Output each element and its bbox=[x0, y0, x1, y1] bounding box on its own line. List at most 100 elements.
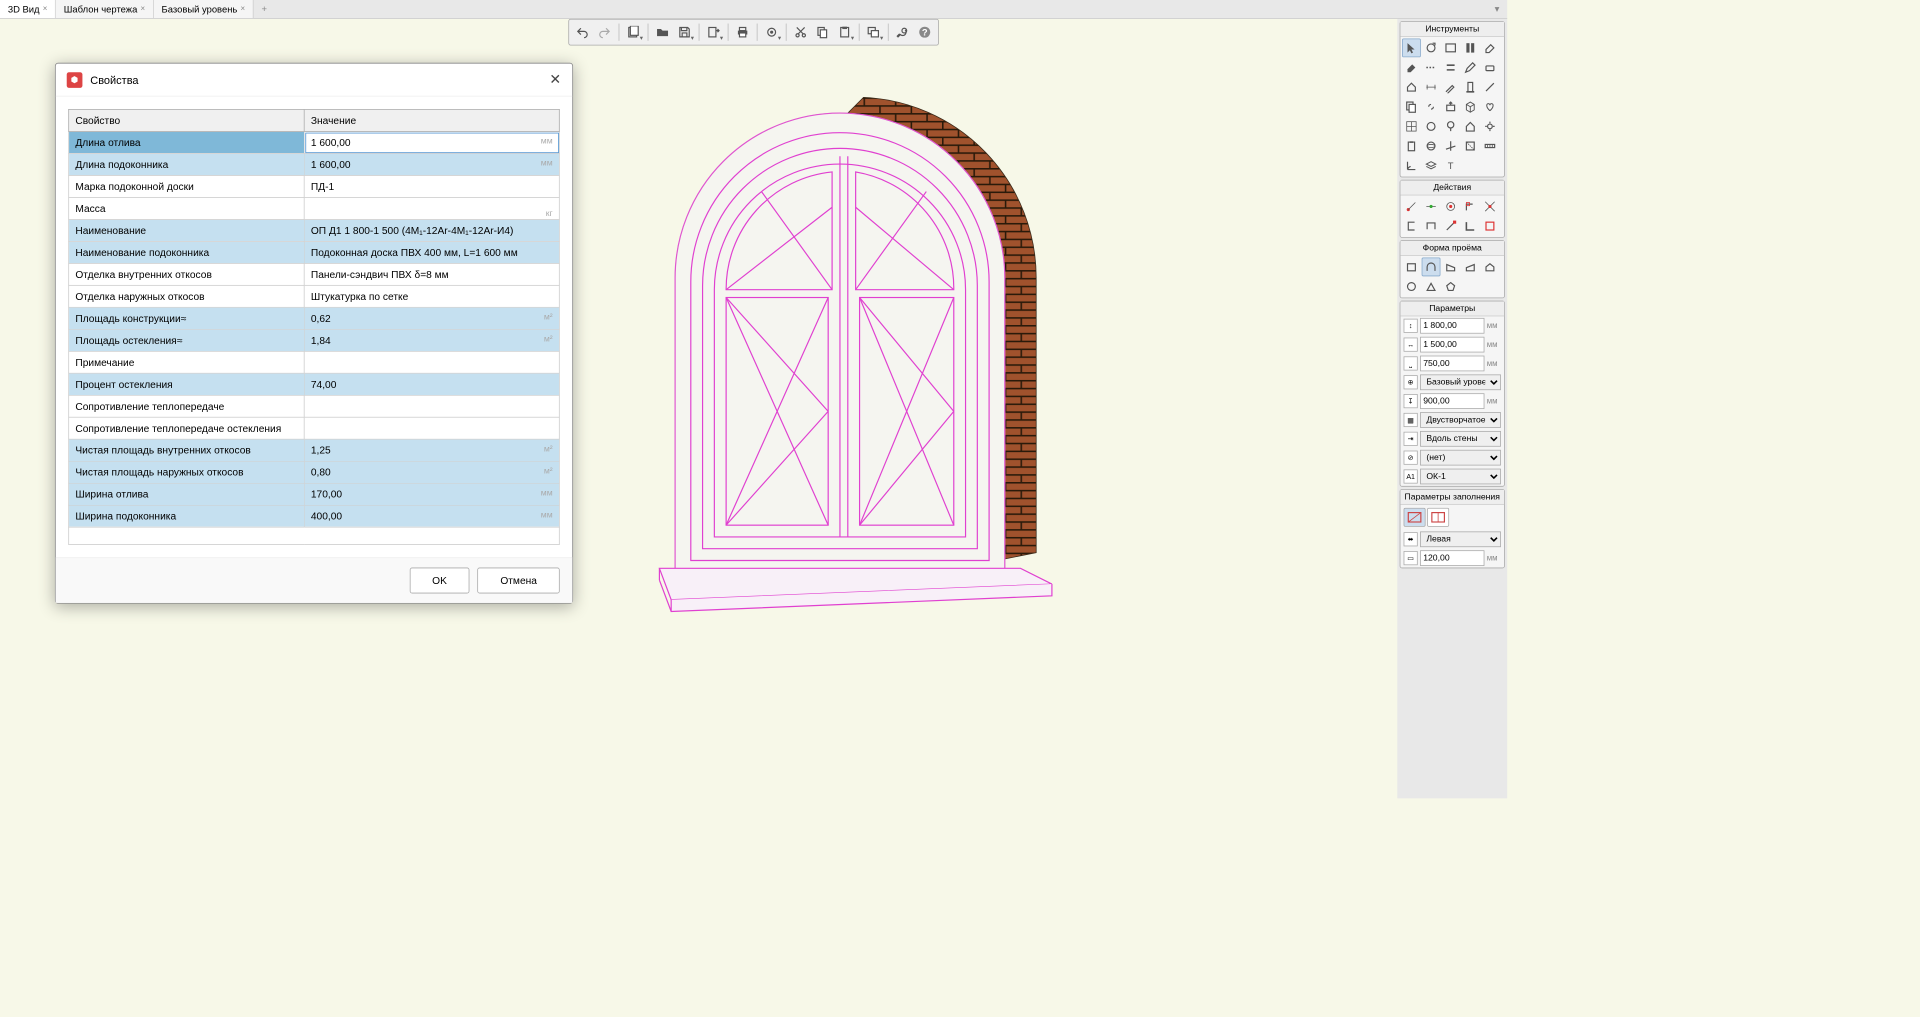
box-icon[interactable] bbox=[1461, 97, 1480, 116]
fill-type-1[interactable] bbox=[1404, 508, 1426, 527]
prop-value[interactable]: 1,84м² bbox=[304, 329, 559, 351]
eraser2-icon[interactable] bbox=[1402, 58, 1421, 77]
open-button[interactable] bbox=[652, 22, 672, 42]
prop-value[interactable]: 1 600,00мм bbox=[304, 131, 559, 153]
angle-icon[interactable] bbox=[1402, 156, 1421, 175]
shape-arch-icon[interactable] bbox=[1422, 257, 1441, 276]
prop-value[interactable]: 74,00 bbox=[304, 373, 559, 395]
pushpull-icon[interactable] bbox=[1441, 97, 1460, 116]
measure-icon[interactable] bbox=[1481, 137, 1500, 156]
fill-type-2[interactable] bbox=[1427, 508, 1449, 527]
copy-button[interactable] bbox=[812, 22, 832, 42]
property-row[interactable]: Чистая площадь внутренних откосов1,25м² bbox=[69, 439, 560, 461]
tab-3d[interactable]: 3D Вид× bbox=[0, 0, 56, 18]
property-row[interactable]: НаименованиеОП Д1 1 800-1 500 (4М₁-12Ar-… bbox=[69, 219, 560, 241]
prop-value[interactable]: Подоконная доска ПВХ 400 мм, L=1 600 мм bbox=[304, 241, 559, 263]
tab-menu[interactable]: ▾ bbox=[1487, 0, 1507, 18]
v120-input[interactable] bbox=[1420, 550, 1484, 566]
close-button[interactable]: ✕ bbox=[549, 71, 561, 87]
print-button[interactable] bbox=[732, 22, 752, 42]
prop-value[interactable]: 400,00мм bbox=[304, 505, 559, 527]
property-row[interactable]: Наименование подоконникаПодоконная доска… bbox=[69, 241, 560, 263]
tab-base[interactable]: Базовый уровень× bbox=[154, 0, 254, 18]
ext-diag-icon[interactable] bbox=[1441, 217, 1460, 236]
property-row[interactable]: Ширина подоконника400,00мм bbox=[69, 505, 560, 527]
snap-mid-icon[interactable] bbox=[1422, 197, 1441, 216]
ok-button[interactable]: OK bbox=[409, 568, 469, 594]
none-select[interactable]: (нет) bbox=[1420, 450, 1501, 466]
type-select[interactable]: Двустворчатое bbox=[1420, 412, 1501, 428]
eraser3-icon[interactable] bbox=[1481, 58, 1500, 77]
close-icon[interactable]: × bbox=[240, 5, 245, 14]
redo-button[interactable] bbox=[594, 22, 614, 42]
ext-up-icon[interactable] bbox=[1422, 217, 1441, 236]
knife-icon[interactable] bbox=[1441, 78, 1460, 97]
select-icon[interactable] bbox=[1402, 38, 1421, 57]
snap-all-icon[interactable] bbox=[1481, 217, 1500, 236]
prop-value[interactable] bbox=[304, 351, 559, 373]
parallel-icon[interactable] bbox=[1441, 58, 1460, 77]
copy2-icon[interactable] bbox=[1402, 97, 1421, 116]
property-row[interactable]: Марка подоконной доскиПД-1 bbox=[69, 175, 560, 197]
prop-value[interactable]: Панели-сэндвич ПВХ δ=8 мм bbox=[304, 263, 559, 285]
shape-gable-icon[interactable] bbox=[1481, 257, 1500, 276]
save-button[interactable] bbox=[674, 22, 694, 42]
text-icon[interactable]: T bbox=[1441, 156, 1460, 175]
grid-icon[interactable] bbox=[1402, 117, 1421, 136]
property-row[interactable]: Отделка наружных откосовШтукатурка по се… bbox=[69, 285, 560, 307]
column-icon[interactable] bbox=[1461, 78, 1480, 97]
new-button[interactable] bbox=[623, 22, 643, 42]
property-row[interactable]: Длина отлива1 600,00мм bbox=[69, 131, 560, 153]
axes-icon[interactable] bbox=[1441, 137, 1460, 156]
close-icon[interactable]: × bbox=[43, 5, 48, 14]
shape-trap-right-icon[interactable] bbox=[1461, 257, 1480, 276]
extrude-icon[interactable] bbox=[1402, 78, 1421, 97]
export-button[interactable] bbox=[703, 22, 723, 42]
prop-value[interactable] bbox=[304, 417, 559, 439]
cancel-button[interactable]: Отмена bbox=[478, 568, 560, 594]
property-row[interactable]: Площадь остекления≈1,84м² bbox=[69, 329, 560, 351]
eraser1-icon[interactable] bbox=[1481, 38, 1500, 57]
clipboard-icon[interactable] bbox=[1402, 137, 1421, 156]
rect-icon[interactable] bbox=[1441, 38, 1460, 57]
pencil-icon[interactable] bbox=[1461, 58, 1480, 77]
dim-icon[interactable] bbox=[1422, 78, 1441, 97]
prop-value[interactable]: кг bbox=[304, 197, 559, 219]
windows-button[interactable] bbox=[864, 22, 884, 42]
property-row[interactable]: Сопротивление теплопередаче остекления bbox=[69, 417, 560, 439]
along-select[interactable]: Вдоль стены bbox=[1420, 431, 1501, 447]
sphere-icon[interactable] bbox=[1422, 137, 1441, 156]
shape-round-icon[interactable] bbox=[1402, 277, 1421, 296]
level-select[interactable]: Базовый уровень bbox=[1420, 374, 1501, 390]
property-row[interactable]: Массакг bbox=[69, 197, 560, 219]
tab-add[interactable]: + bbox=[254, 0, 275, 18]
property-row[interactable]: Примечание bbox=[69, 351, 560, 373]
prop-value[interactable] bbox=[304, 395, 559, 417]
property-row[interactable]: Сопротивление теплопередаче bbox=[69, 395, 560, 417]
settings-button[interactable] bbox=[893, 22, 913, 42]
sill-input[interactable] bbox=[1420, 356, 1484, 372]
shape-pentagon-icon[interactable] bbox=[1441, 277, 1460, 296]
mark-select[interactable]: ОК-1 bbox=[1420, 469, 1501, 485]
snap-end-icon[interactable] bbox=[1402, 197, 1421, 216]
shape-rect-icon[interactable] bbox=[1402, 257, 1421, 276]
wall-icon[interactable] bbox=[1461, 38, 1480, 57]
close-icon[interactable]: × bbox=[140, 5, 145, 14]
property-row[interactable]: Чистая площадь наружных откосов0,80м² bbox=[69, 461, 560, 483]
cut-button[interactable] bbox=[790, 22, 810, 42]
property-row[interactable]: Площадь конструкции≈0,62м² bbox=[69, 307, 560, 329]
help-button[interactable]: ? bbox=[915, 22, 935, 42]
prop-value[interactable]: Штукатурка по сетке bbox=[304, 285, 559, 307]
section-icon[interactable] bbox=[1461, 137, 1480, 156]
line-icon[interactable] bbox=[1481, 78, 1500, 97]
house-icon[interactable] bbox=[1461, 117, 1480, 136]
prop-value[interactable]: ПД-1 bbox=[304, 175, 559, 197]
paste-button[interactable] bbox=[834, 22, 854, 42]
prop-value[interactable]: 170,00мм bbox=[304, 483, 559, 505]
rotate-icon[interactable] bbox=[1422, 38, 1441, 57]
prop-value[interactable]: 1 600,00мм bbox=[304, 153, 559, 175]
ext-left-icon[interactable] bbox=[1402, 217, 1421, 236]
shape-triangle-icon[interactable] bbox=[1422, 277, 1441, 296]
circle-tool-icon[interactable] bbox=[1422, 117, 1441, 136]
dash-icon[interactable] bbox=[1422, 58, 1441, 77]
